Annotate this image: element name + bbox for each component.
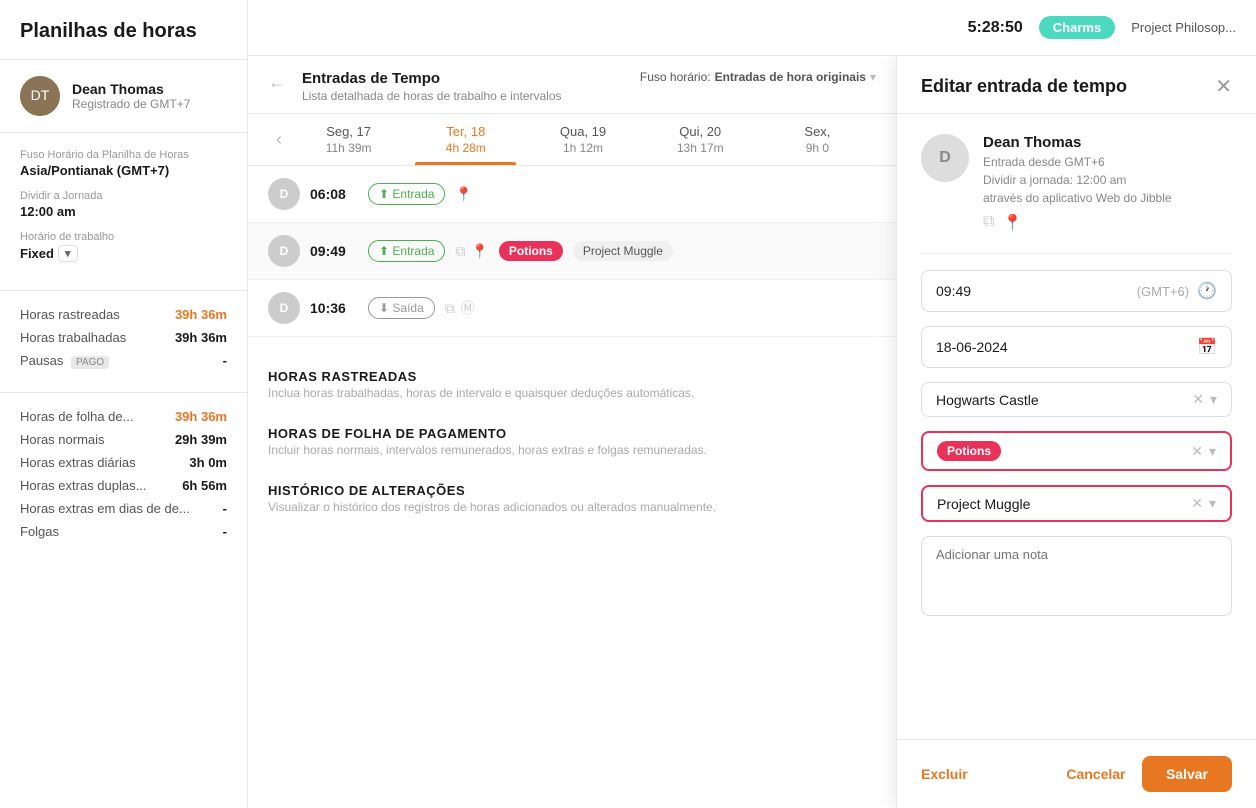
split-value: 12:00 am: [20, 204, 227, 219]
timezone-dropdown-icon[interactable]: ▾: [870, 70, 876, 84]
work-schedule-label: Horário de trabalho: [20, 231, 227, 243]
location-clear-icon[interactable]: ✕: [1192, 391, 1204, 408]
entry-time-3: 10:36: [310, 300, 358, 316]
save-button[interactable]: Salvar: [1142, 756, 1232, 792]
daily-extra-label: Horas extras diárias: [20, 455, 136, 470]
date-field-row: 📅: [921, 326, 1232, 368]
timezone-label: Fuso Horário da Planilha de Horas: [20, 149, 227, 161]
leave-days-value: -: [223, 524, 227, 539]
department-clear-icon[interactable]: ✕: [1191, 443, 1203, 460]
breaks-value: -: [223, 353, 227, 368]
entry-icons-2: ⧉ 📍: [455, 243, 488, 260]
entry-badge-out-3[interactable]: ⬇ Saída: [368, 297, 435, 319]
section-history: HISTÓRICO DE ALTERAÇÕES Visualizar o his…: [248, 463, 896, 520]
m-icon: Ⓜ: [461, 298, 475, 318]
project-muggle-tag[interactable]: Project Muggle: [573, 241, 673, 261]
timer-display: 5:28:50: [968, 19, 1023, 37]
project-dropdown-icon[interactable]: ▾: [1209, 495, 1216, 512]
entry-badge-in-2[interactable]: ⬆ Entrada: [368, 240, 445, 262]
svg-text:DT: DT: [31, 87, 50, 103]
entry-icons-1: 📍: [455, 186, 472, 203]
normal-label: Horas normais: [20, 432, 105, 447]
entry-time-2: 09:49: [310, 243, 358, 259]
time-input[interactable]: [936, 283, 1137, 299]
time-field-row: (GMT+6) 🕐: [921, 270, 1232, 312]
entry-row: D 06:08 ⬆ Entrada 📍: [248, 166, 896, 223]
pin-icon-2: 📍: [471, 243, 488, 260]
location-dropdown-icon[interactable]: ▾: [1210, 391, 1217, 408]
work-schedule-value: Fixed ▾: [20, 245, 227, 262]
profile-avatar: D: [921, 134, 969, 182]
entry-row-3: D 10:36 ⬇ Saída ⧉ Ⓜ: [248, 280, 896, 337]
tracked-label: Horas rastreadas: [20, 307, 120, 322]
day-col-sex-[interactable]: Sex,9h 0: [759, 114, 876, 165]
potions-tag-right[interactable]: Potions: [937, 441, 1001, 461]
right-panel-title: Editar entrada de tempo: [921, 76, 1127, 97]
entry-avatar-3: D: [268, 292, 300, 324]
copy-icon-2: ⧉: [445, 300, 455, 317]
note-textarea[interactable]: [921, 536, 1232, 616]
entry-icons-3: ⧉ Ⓜ: [445, 298, 475, 318]
entry-time-1: 06:08: [310, 186, 358, 202]
pago-badge: PAGO: [71, 356, 109, 369]
user-name: Dean Thomas: [72, 81, 190, 97]
day-col-qua--19[interactable]: Qua, 191h 12m: [524, 114, 641, 165]
prev-day-arrow[interactable]: ‹: [268, 121, 290, 158]
pin-icon: 📍: [455, 186, 472, 203]
tracked-value: 39h 36m: [175, 307, 227, 322]
timezone-label: Fuso horário:: [640, 70, 711, 84]
charms-badge[interactable]: Charms: [1039, 16, 1115, 39]
close-button[interactable]: ✕: [1215, 77, 1232, 97]
profile-detail: Entrada desde GMT+6 Dividir a jornada: 1…: [983, 153, 1232, 207]
timezone-value: Entradas de hora originais: [715, 70, 866, 84]
leave-days-label: Folgas: [20, 524, 59, 539]
timezone-value: Asia/Pontianak (GMT+7): [20, 163, 227, 178]
entries-desc: Lista detalhada de horas de trabalho e i…: [302, 89, 562, 103]
normal-value: 29h 39m: [175, 432, 227, 447]
cancel-button[interactable]: Cancelar: [1066, 766, 1125, 782]
project-value: Project Muggle: [937, 496, 1191, 512]
app-title: Planilhas de horas: [20, 20, 227, 43]
copy-profile-icon: ⧉: [983, 213, 994, 233]
gmt-label: (GMT+6): [1137, 284, 1189, 299]
entry-badge-in-1[interactable]: ⬆ Entrada: [368, 183, 445, 205]
entry-avatar-1: D: [268, 178, 300, 210]
back-arrow[interactable]: ←: [268, 72, 286, 93]
day-col-qui--20[interactable]: Qui, 2013h 17m: [642, 114, 759, 165]
worked-value: 39h 36m: [175, 330, 227, 345]
entry-row-2[interactable]: D 09:49 ⬆ Entrada ⧉ 📍 Potions Project Mu…: [248, 223, 896, 280]
location-value: Hogwarts Castle: [936, 392, 1192, 408]
worked-label: Horas trabalhadas: [20, 330, 126, 345]
double-extra-value: 6h 56m: [182, 478, 227, 493]
leave-value: 39h 36m: [175, 409, 227, 424]
entry-avatar-2: D: [268, 235, 300, 267]
header-project: Project Philosop...: [1131, 20, 1236, 35]
calendar-icon[interactable]: 📅: [1197, 337, 1217, 357]
day-col-seg--17[interactable]: Seg, 1711h 39m: [290, 114, 407, 165]
delete-button[interactable]: Excluir: [921, 766, 968, 782]
clock-icon[interactable]: 🕐: [1197, 281, 1217, 301]
project-clear-icon[interactable]: ✕: [1191, 495, 1203, 512]
location-select-row[interactable]: Hogwarts Castle ✕ ▾: [921, 382, 1232, 417]
potions-tag[interactable]: Potions: [499, 241, 563, 261]
copy-icon: ⧉: [455, 243, 465, 260]
profile-name: Dean Thomas: [983, 134, 1232, 151]
holiday-extra-label: Horas extras em dias de de...: [20, 501, 190, 516]
breaks-label: Pausas PAGO: [20, 353, 109, 368]
fixed-dropdown[interactable]: ▾: [58, 245, 78, 262]
split-label: Dividir a Jornada: [20, 190, 227, 202]
section-payroll: HORAS DE FOLHA DE PAGAMENTO Incluir hora…: [248, 406, 896, 463]
holiday-extra-value: -: [223, 501, 227, 516]
location-profile-icon: 📍: [1002, 213, 1022, 233]
date-input[interactable]: [936, 339, 1197, 355]
day-col-ter--18[interactable]: Ter, 184h 28m: [407, 114, 524, 165]
leave-label: Horas de folha de...: [20, 409, 133, 424]
daily-extra-value: 3h 0m: [189, 455, 227, 470]
double-extra-label: Horas extras duplas...: [20, 478, 146, 493]
user-avatar: DT: [20, 76, 60, 116]
department-dropdown-icon[interactable]: ▾: [1209, 443, 1216, 460]
entries-title: Entradas de Tempo: [302, 70, 562, 87]
section-tracked: HORAS RASTREADAS Inclua horas trabalhada…: [248, 349, 896, 406]
user-registered: Registrado de GMT+7: [72, 97, 190, 111]
